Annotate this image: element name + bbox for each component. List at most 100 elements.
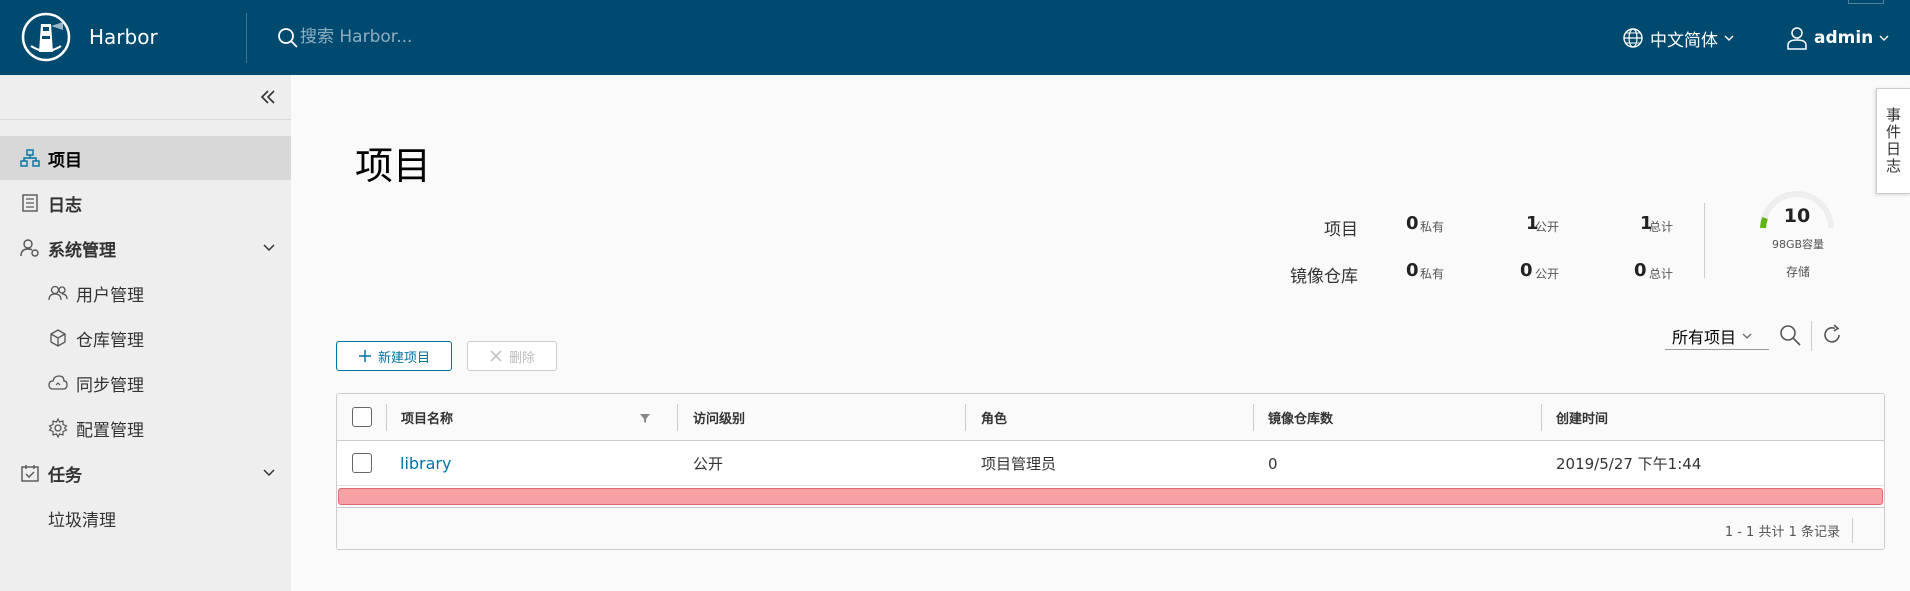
delete-button[interactable]: 删除 bbox=[467, 341, 557, 371]
sidebar-item-label: 用户管理 bbox=[76, 285, 144, 306]
sidebar-item-gc[interactable]: 垃圾清理 bbox=[0, 496, 291, 540]
footer-separator bbox=[1852, 518, 1853, 543]
refresh-icon[interactable] bbox=[1820, 323, 1844, 347]
search-icon[interactable] bbox=[1778, 323, 1802, 347]
sidebar-item-label: 垃圾清理 bbox=[48, 510, 116, 531]
registry-icon bbox=[50, 329, 66, 347]
globe-icon bbox=[1623, 28, 1643, 48]
stat-projects-label: 项目 bbox=[1324, 220, 1358, 240]
sidebar-item-projects[interactable]: 项目 bbox=[0, 136, 291, 180]
stat-private-label: 私有 bbox=[1420, 220, 1445, 234]
project-repo-count: 0 bbox=[1268, 454, 1278, 473]
replication-icon bbox=[48, 375, 68, 390]
sidebar-item-config[interactable]: 配置管理 bbox=[0, 406, 291, 450]
sidebar-item-admin[interactable]: 系统管理 bbox=[0, 226, 291, 270]
projects-table: 项目名称 访问级别 角色 镜像仓库数 创建时间 library 公开 项目管理员… bbox=[336, 393, 1885, 550]
username-label: admin bbox=[1814, 28, 1874, 48]
page-title: 项目 bbox=[355, 144, 432, 188]
user-menu[interactable]: admin bbox=[1786, 23, 1889, 53]
storage-value: 10 bbox=[1783, 205, 1811, 227]
column-separator bbox=[965, 404, 966, 431]
project-filter-select[interactable]: 所有项目 bbox=[1665, 322, 1769, 350]
project-created-time: 2019/5/27 下午1:44 bbox=[1556, 455, 1702, 473]
chevron-down-icon bbox=[263, 469, 275, 477]
users-icon bbox=[48, 285, 68, 301]
event-log-tab[interactable]: 事件日志 bbox=[1876, 88, 1910, 194]
column-separator bbox=[1253, 404, 1254, 431]
plus-icon bbox=[358, 350, 371, 362]
app-header: Harbor 中文简体 admin bbox=[0, 0, 1910, 75]
chevron-down-icon bbox=[1724, 35, 1734, 41]
table-footer: 1 - 1 共计 1 条记录 bbox=[337, 507, 1884, 549]
select-all-checkbox[interactable] bbox=[352, 407, 372, 427]
column-header-repo-count[interactable]: 镜像仓库数 bbox=[1268, 394, 1333, 441]
sidebar-item-label: 任务 bbox=[48, 465, 82, 486]
language-label: 中文简体 bbox=[1650, 30, 1718, 51]
header-corner-stub bbox=[1848, 0, 1884, 4]
pagination-info: 1 - 1 共计 1 条记录 bbox=[1724, 524, 1840, 540]
sidebar-item-label: 系统管理 bbox=[48, 240, 116, 261]
delete-label: 删除 bbox=[508, 350, 535, 366]
project-name-link[interactable]: library bbox=[400, 441, 451, 486]
stat-repos-public: 0 bbox=[1520, 260, 1533, 281]
user-icon bbox=[1787, 27, 1807, 50]
stat-total-label: 总计 bbox=[1649, 220, 1674, 234]
stat-private-label: 私有 bbox=[1420, 267, 1445, 281]
tasks-icon bbox=[21, 465, 39, 482]
sidebar-item-logs[interactable]: 日志 bbox=[0, 181, 291, 225]
sidebar-item-label: 日志 bbox=[48, 195, 82, 216]
sidebar-item-users[interactable]: 用户管理 bbox=[0, 271, 291, 315]
global-search-input[interactable] bbox=[300, 22, 700, 52]
sidebar-item-label: 配置管理 bbox=[76, 420, 144, 441]
stat-repos-private: 0 bbox=[1406, 260, 1419, 281]
stat-total-label: 总计 bbox=[1649, 267, 1674, 281]
sidebar-item-label: 项目 bbox=[48, 150, 82, 171]
storage-capacity: 98GB容量 bbox=[1771, 238, 1825, 251]
sidebar-item-label: 同步管理 bbox=[76, 375, 144, 396]
storage-label: 存储 bbox=[1785, 265, 1810, 279]
stats-divider bbox=[1704, 203, 1705, 278]
gear-icon bbox=[48, 418, 68, 438]
table-header: 项目名称 访问级别 角色 镜像仓库数 创建时间 bbox=[337, 394, 1884, 441]
chevron-down-icon bbox=[1742, 333, 1752, 339]
projects-icon bbox=[20, 149, 40, 167]
sidebar-divider bbox=[0, 119, 291, 120]
close-icon bbox=[490, 350, 502, 362]
column-header-role[interactable]: 角色 bbox=[981, 394, 1007, 441]
collapse-sidebar-icon[interactable] bbox=[258, 87, 278, 107]
sidebar-item-tasks[interactable]: 任务 bbox=[0, 451, 291, 495]
event-log-label: 事件日志 bbox=[1884, 107, 1902, 175]
table-row[interactable]: library 公开 项目管理员 0 2019/5/27 下午1:44 bbox=[337, 441, 1884, 486]
search-icon bbox=[278, 28, 298, 48]
admin-icon bbox=[20, 239, 39, 257]
header-divider bbox=[246, 13, 247, 63]
toolbar-divider bbox=[1811, 321, 1812, 351]
harbor-logo-icon[interactable] bbox=[21, 12, 71, 62]
sidebar-item-registries[interactable]: 仓库管理 bbox=[0, 316, 291, 360]
error-highlight-bar bbox=[338, 488, 1883, 505]
stat-public-label: 公开 bbox=[1535, 267, 1560, 281]
filter-icon[interactable] bbox=[639, 412, 651, 424]
stat-public-label: 公开 bbox=[1535, 220, 1560, 234]
logs-icon bbox=[22, 194, 38, 212]
chevron-down-icon bbox=[1879, 35, 1889, 41]
project-role: 项目管理员 bbox=[981, 455, 1057, 473]
column-header-created[interactable]: 创建时间 bbox=[1556, 394, 1608, 441]
column-separator bbox=[386, 404, 387, 431]
sidebar: 项目 日志 系统管理 用户管理 仓库管理 同步管理 配置管理 任务 垃圾清理 bbox=[0, 75, 291, 591]
column-separator bbox=[677, 404, 678, 431]
project-filter-value: 所有项目 bbox=[1672, 327, 1737, 347]
chevron-down-icon bbox=[263, 244, 275, 252]
sidebar-item-label: 仓库管理 bbox=[76, 330, 144, 351]
app-title[interactable]: Harbor bbox=[89, 25, 158, 49]
project-access: 公开 bbox=[693, 455, 724, 473]
row-checkbox[interactable] bbox=[352, 453, 372, 473]
stat-repos-label: 镜像仓库 bbox=[1290, 267, 1358, 287]
column-header-name[interactable]: 项目名称 bbox=[401, 394, 453, 441]
column-separator bbox=[1541, 404, 1542, 431]
column-header-access[interactable]: 访问级别 bbox=[693, 394, 745, 441]
new-project-button[interactable]: 新建项目 bbox=[336, 341, 452, 371]
sidebar-item-replication[interactable]: 同步管理 bbox=[0, 361, 291, 405]
language-selector[interactable]: 中文简体 bbox=[1622, 23, 1734, 53]
stat-projects-private: 0 bbox=[1406, 213, 1419, 234]
